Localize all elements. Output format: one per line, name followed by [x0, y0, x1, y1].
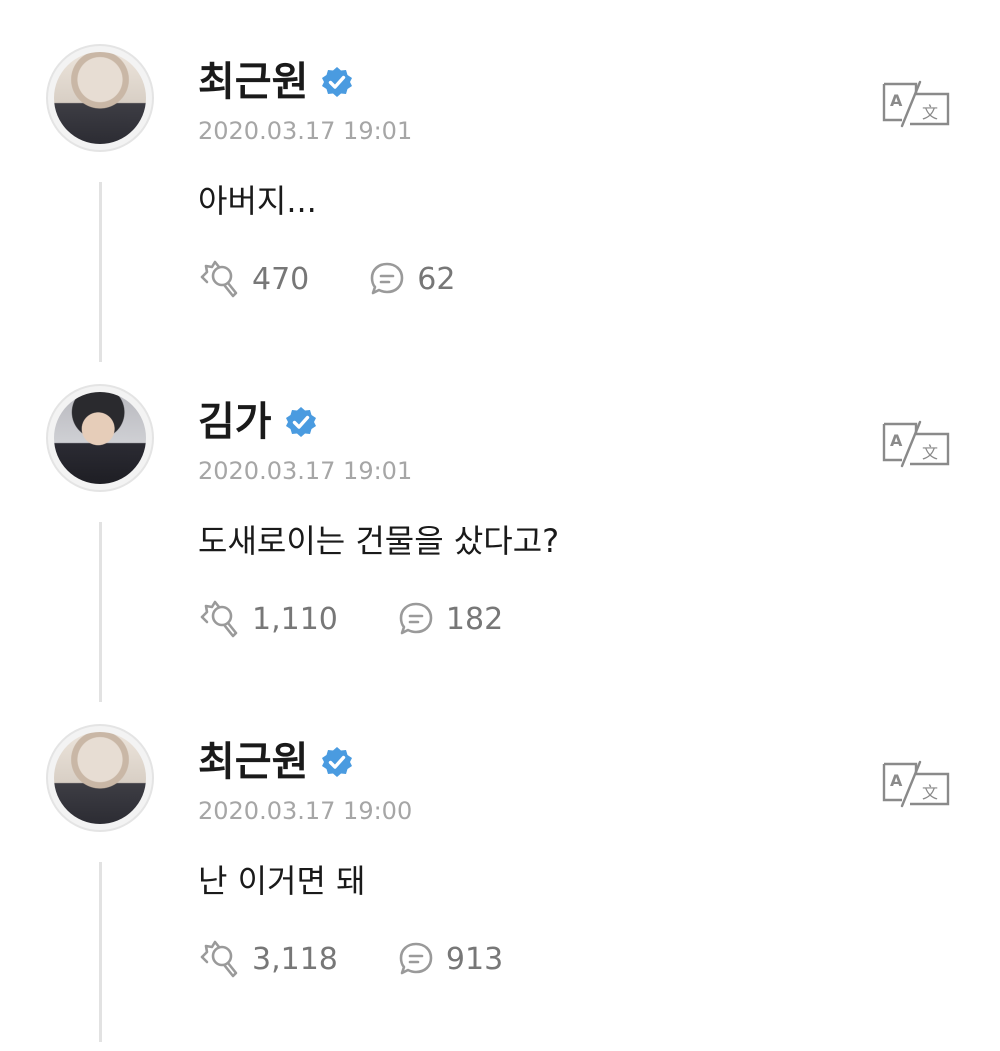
post-stats: 1,110 182: [198, 596, 561, 642]
author-name[interactable]: 최근원: [198, 54, 308, 110]
timestamp: 2020.03.17 19:01: [198, 457, 413, 485]
cheer-button[interactable]: 1,110: [198, 599, 338, 639]
svg-text:文: 文: [922, 103, 938, 122]
post-item[interactable]: 김가 2020.03.17 19:01 도새로이는 건물을 샀다고? 1,110: [0, 340, 1000, 702]
translate-icon[interactable]: A 文: [880, 420, 952, 468]
svg-text:A: A: [890, 771, 903, 790]
comment-button[interactable]: 913: [396, 939, 503, 979]
svg-text:文: 文: [922, 783, 938, 802]
thread-line: [99, 862, 102, 1042]
comment-count: 182: [445, 601, 504, 637]
post-text: 도새로이는 건물을 샀다고?: [198, 522, 560, 560]
verified-badge-icon: [322, 67, 353, 97]
svg-text:文: 文: [922, 443, 938, 462]
author-row: 최근원: [198, 54, 354, 110]
svg-text:A: A: [890, 431, 903, 450]
avatar-image: [54, 392, 146, 484]
verified-badge-icon: [285, 407, 316, 437]
comment-icon: [399, 942, 433, 975]
avatar[interactable]: [46, 724, 154, 832]
translate-icon[interactable]: A 文: [880, 80, 952, 128]
comment-count: 62: [417, 261, 456, 297]
post-text: 아버지...: [198, 182, 317, 220]
author-row: 최근원: [198, 734, 354, 790]
svg-text:A: A: [890, 91, 903, 110]
post-text: 난 이거면 돼: [198, 862, 366, 900]
cheer-count: 470: [252, 261, 310, 297]
comment-icon: [399, 602, 433, 635]
cheer-count: 3,118: [252, 941, 338, 977]
verified-badge-icon: [322, 747, 353, 777]
post-stats: 3,118 913: [198, 936, 561, 982]
post-stats: 470 62: [198, 256, 513, 302]
comment-count: 913: [445, 941, 504, 977]
author-row: 김가: [198, 394, 318, 450]
comment-button[interactable]: 62: [367, 259, 455, 299]
cheer-count: 1,110: [252, 601, 338, 637]
cheer-icon: [200, 260, 238, 298]
timestamp: 2020.03.17 19:00: [198, 797, 413, 825]
thread-line: [99, 182, 102, 362]
cheer-icon: [200, 600, 238, 638]
cheer-button[interactable]: 470: [198, 259, 309, 299]
author-name[interactable]: 김가: [198, 394, 272, 450]
avatar[interactable]: [46, 384, 154, 492]
post-item[interactable]: 최근원 2020.03.17 19:01 아버지... 470 62 A 文: [0, 0, 1000, 362]
cheer-button[interactable]: 3,118: [198, 939, 338, 979]
post-item[interactable]: 최근원 2020.03.17 19:00 난 이거면 돼 3,118 913 A…: [0, 680, 1000, 1042]
thread-line: [99, 522, 102, 702]
timestamp: 2020.03.17 19:01: [198, 117, 413, 145]
comment-button[interactable]: 182: [396, 599, 503, 639]
avatar[interactable]: [46, 44, 154, 152]
avatar-image: [54, 52, 146, 144]
cheer-icon: [200, 940, 238, 978]
translate-icon[interactable]: A 文: [880, 760, 952, 808]
comment-icon: [370, 262, 404, 295]
avatar-image: [54, 732, 146, 824]
author-name[interactable]: 최근원: [198, 734, 308, 790]
